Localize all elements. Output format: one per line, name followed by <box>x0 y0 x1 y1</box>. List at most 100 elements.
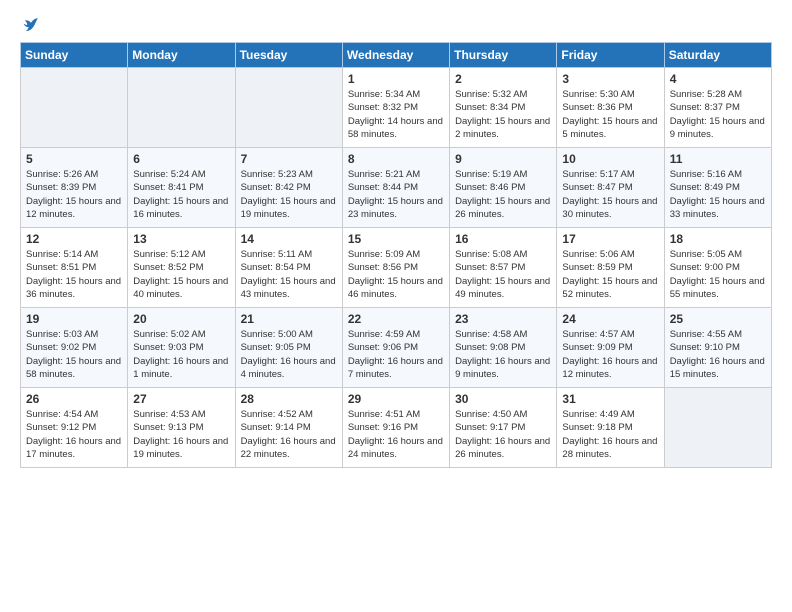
calendar-cell: 23Sunrise: 4:58 AM Sunset: 9:08 PM Dayli… <box>450 308 557 388</box>
day-info: Sunrise: 4:53 AM Sunset: 9:13 PM Dayligh… <box>133 408 229 461</box>
day-number: 7 <box>241 152 337 166</box>
day-info: Sunrise: 5:19 AM Sunset: 8:46 PM Dayligh… <box>455 168 551 221</box>
day-info: Sunrise: 5:21 AM Sunset: 8:44 PM Dayligh… <box>348 168 444 221</box>
calendar-cell: 19Sunrise: 5:03 AM Sunset: 9:02 PM Dayli… <box>21 308 128 388</box>
calendar-week-1: 1Sunrise: 5:34 AM Sunset: 8:32 PM Daylig… <box>21 68 772 148</box>
calendar-cell: 7 Sunrise: 5:23 AM Sunset: 8:42 PM Daylig… <box>235 148 342 228</box>
logo <box>20 16 40 34</box>
day-info: Sunrise: 5:08 AM Sunset: 8:57 PM Dayligh… <box>455 248 551 301</box>
day-number: 17 <box>562 232 658 246</box>
calendar-cell <box>235 68 342 148</box>
day-number: 24 <box>562 312 658 326</box>
day-number: 16 <box>455 232 551 246</box>
calendar-cell: 26 Sunrise: 4:54 AM Sunset: 9:12 PM Dayli… <box>21 388 128 468</box>
calendar-cell: 21 Sunrise: 5:00 AM Sunset: 9:05 PM Dayli… <box>235 308 342 388</box>
day-info: Sunrise: 5:32 AM Sunset: 8:34 PM Dayligh… <box>455 88 551 141</box>
page: SundayMondayTuesdayWednesdayThursdayFrid… <box>0 0 792 484</box>
day-info: Sunrise: 5:02 AM Sunset: 9:03 PM Dayligh… <box>133 328 229 381</box>
day-number: 20 <box>133 312 229 326</box>
day-info: Sunrise: 5:34 AM Sunset: 8:32 PM Dayligh… <box>348 88 444 141</box>
day-info: Sunrise: 4:55 AM Sunset: 9:10 PM Dayligh… <box>670 328 766 381</box>
day-number: 6 <box>133 152 229 166</box>
calendar-cell: 11 Sunrise: 5:16 AM Sunset: 8:49 PM Dayli… <box>664 148 771 228</box>
day-info: Sunrise: 5:16 AM Sunset: 8:49 PM Dayligh… <box>670 168 766 221</box>
header-day-monday: Monday <box>128 43 235 68</box>
calendar-cell: 13 Sunrise: 5:12 AM Sunset: 8:52 PM Dayli… <box>128 228 235 308</box>
day-number: 21 <box>241 312 337 326</box>
calendar-cell: 24 Sunrise: 4:57 AM Sunset: 9:09 PM Dayli… <box>557 308 664 388</box>
day-info: Sunrise: 5:23 AM Sunset: 8:42 PM Dayligh… <box>241 168 337 221</box>
calendar-cell: 10Sunrise: 5:17 AM Sunset: 8:47 PM Dayli… <box>557 148 664 228</box>
calendar-cell: 3Sunrise: 5:30 AM Sunset: 8:36 PM Daylig… <box>557 68 664 148</box>
calendar-cell: 1Sunrise: 5:34 AM Sunset: 8:32 PM Daylig… <box>342 68 449 148</box>
day-info: Sunrise: 5:28 AM Sunset: 8:37 PM Dayligh… <box>670 88 766 141</box>
calendar-cell: 25 Sunrise: 4:55 AM Sunset: 9:10 PM Dayli… <box>664 308 771 388</box>
calendar-cell: 22 Sunrise: 4:59 AM Sunset: 9:06 PM Dayli… <box>342 308 449 388</box>
day-info: Sunrise: 5:03 AM Sunset: 9:02 PM Dayligh… <box>26 328 122 381</box>
calendar-week-3: 12 Sunrise: 5:14 AM Sunset: 8:51 PM Dayli… <box>21 228 772 308</box>
day-number: 13 <box>133 232 229 246</box>
day-info: Sunrise: 5:09 AM Sunset: 8:56 PM Dayligh… <box>348 248 444 301</box>
calendar-week-2: 5 Sunrise: 5:26 AM Sunset: 8:39 PM Daylig… <box>21 148 772 228</box>
day-info: Sunrise: 4:52 AM Sunset: 9:14 PM Dayligh… <box>241 408 337 461</box>
day-number: 27 <box>133 392 229 406</box>
day-number: 25 <box>670 312 766 326</box>
calendar-cell: 6 Sunrise: 5:24 AM Sunset: 8:41 PM Daylig… <box>128 148 235 228</box>
header-day-thursday: Thursday <box>450 43 557 68</box>
day-number: 4 <box>670 72 766 86</box>
day-info: Sunrise: 5:14 AM Sunset: 8:51 PM Dayligh… <box>26 248 122 301</box>
day-info: Sunrise: 5:30 AM Sunset: 8:36 PM Dayligh… <box>562 88 658 141</box>
logo-bird-icon <box>22 16 40 34</box>
calendar-cell: 12 Sunrise: 5:14 AM Sunset: 8:51 PM Dayli… <box>21 228 128 308</box>
day-number: 23 <box>455 312 551 326</box>
calendar-cell: 30 Sunrise: 4:50 AM Sunset: 9:17 PM Dayli… <box>450 388 557 468</box>
calendar-cell: 9 Sunrise: 5:19 AM Sunset: 8:46 PM Daylig… <box>450 148 557 228</box>
calendar-week-4: 19Sunrise: 5:03 AM Sunset: 9:02 PM Dayli… <box>21 308 772 388</box>
day-number: 28 <box>241 392 337 406</box>
day-info: Sunrise: 5:12 AM Sunset: 8:52 PM Dayligh… <box>133 248 229 301</box>
day-number: 29 <box>348 392 444 406</box>
header <box>20 16 772 34</box>
day-info: Sunrise: 5:05 AM Sunset: 9:00 PM Dayligh… <box>670 248 766 301</box>
calendar-cell: 16 Sunrise: 5:08 AM Sunset: 8:57 PM Dayli… <box>450 228 557 308</box>
day-number: 14 <box>241 232 337 246</box>
calendar-cell <box>21 68 128 148</box>
day-info: Sunrise: 4:59 AM Sunset: 9:06 PM Dayligh… <box>348 328 444 381</box>
day-info: Sunrise: 5:11 AM Sunset: 8:54 PM Dayligh… <box>241 248 337 301</box>
day-number: 9 <box>455 152 551 166</box>
day-number: 10 <box>562 152 658 166</box>
calendar-table: SundayMondayTuesdayWednesdayThursdayFrid… <box>20 42 772 468</box>
day-info: Sunrise: 5:06 AM Sunset: 8:59 PM Dayligh… <box>562 248 658 301</box>
calendar-cell: 8Sunrise: 5:21 AM Sunset: 8:44 PM Daylig… <box>342 148 449 228</box>
day-number: 30 <box>455 392 551 406</box>
day-number: 11 <box>670 152 766 166</box>
header-day-saturday: Saturday <box>664 43 771 68</box>
day-number: 26 <box>26 392 122 406</box>
day-info: Sunrise: 5:24 AM Sunset: 8:41 PM Dayligh… <box>133 168 229 221</box>
header-day-tuesday: Tuesday <box>235 43 342 68</box>
calendar-cell: 5 Sunrise: 5:26 AM Sunset: 8:39 PM Daylig… <box>21 148 128 228</box>
calendar-cell: 2 Sunrise: 5:32 AM Sunset: 8:34 PM Daylig… <box>450 68 557 148</box>
calendar-cell: 15 Sunrise: 5:09 AM Sunset: 8:56 PM Dayli… <box>342 228 449 308</box>
calendar-cell: 14 Sunrise: 5:11 AM Sunset: 8:54 PM Dayli… <box>235 228 342 308</box>
header-row: SundayMondayTuesdayWednesdayThursdayFrid… <box>21 43 772 68</box>
day-info: Sunrise: 4:57 AM Sunset: 9:09 PM Dayligh… <box>562 328 658 381</box>
day-number: 22 <box>348 312 444 326</box>
calendar-cell: 17 Sunrise: 5:06 AM Sunset: 8:59 PM Dayli… <box>557 228 664 308</box>
day-number: 15 <box>348 232 444 246</box>
day-info: Sunrise: 4:50 AM Sunset: 9:17 PM Dayligh… <box>455 408 551 461</box>
day-info: Sunrise: 5:26 AM Sunset: 8:39 PM Dayligh… <box>26 168 122 221</box>
calendar-cell: 20 Sunrise: 5:02 AM Sunset: 9:03 PM Dayli… <box>128 308 235 388</box>
day-info: Sunrise: 5:00 AM Sunset: 9:05 PM Dayligh… <box>241 328 337 381</box>
day-info: Sunrise: 4:54 AM Sunset: 9:12 PM Dayligh… <box>26 408 122 461</box>
header-day-wednesday: Wednesday <box>342 43 449 68</box>
day-number: 5 <box>26 152 122 166</box>
calendar-cell: 4 Sunrise: 5:28 AM Sunset: 8:37 PM Daylig… <box>664 68 771 148</box>
header-day-sunday: Sunday <box>21 43 128 68</box>
day-number: 2 <box>455 72 551 86</box>
calendar-cell: 31Sunrise: 4:49 AM Sunset: 9:18 PM Dayli… <box>557 388 664 468</box>
calendar-cell: 27 Sunrise: 4:53 AM Sunset: 9:13 PM Dayli… <box>128 388 235 468</box>
day-number: 12 <box>26 232 122 246</box>
calendar-cell <box>128 68 235 148</box>
calendar-cell: 18Sunrise: 5:05 AM Sunset: 9:00 PM Dayli… <box>664 228 771 308</box>
